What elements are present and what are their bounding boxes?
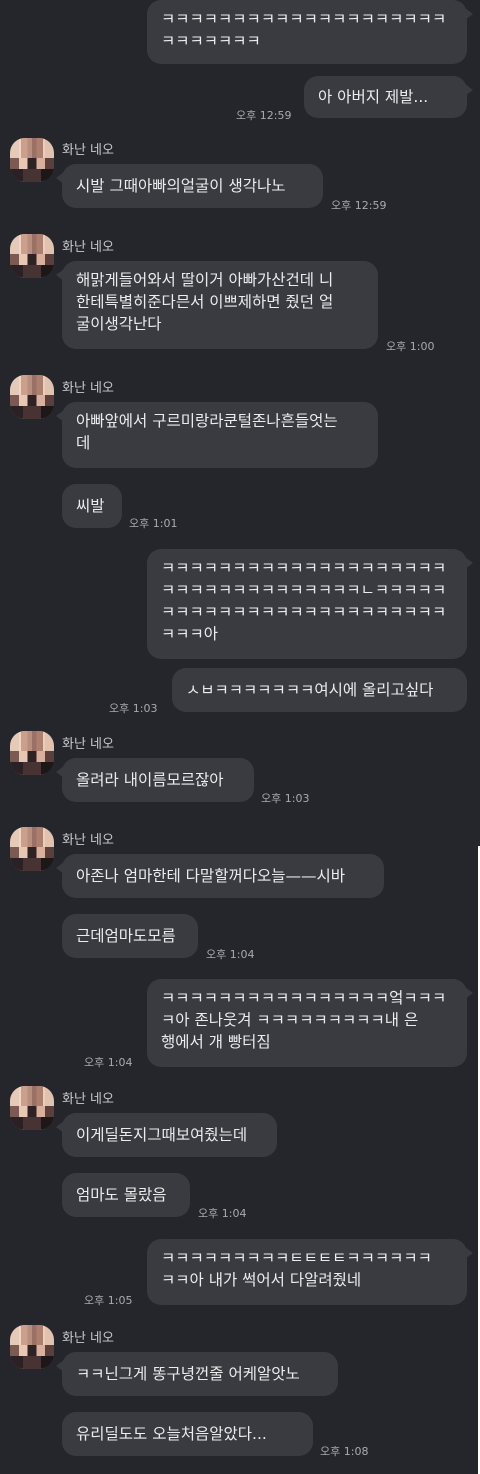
sender-name: 화난 네오 [62,737,114,752]
message-bubble-other[interactable]: 유리딜도도 오늘처음알았다... [62,1412,313,1456]
message-time: 오후 1:04 [198,1207,247,1220]
message-bubble-mine[interactable]: ㅅㅂㅋㅋㅋㅋㅋㅋㅋ여시에 올리고싶다 [172,668,467,712]
message-time: 오후 1:00 [386,340,435,353]
message-time: 오후 1:03 [109,702,158,715]
message-bubble-other[interactable]: 아빠앞에서 구르미랑라쿤털존나흔들엇는 데 [56,402,378,468]
message-bubble-other[interactable]: 해맑게들어와서 딸이거 아빠가산건데 니 한테특별히준다믄서 이쁘제하면 줬던 … [56,261,378,349]
sender-name: 화난 네오 [62,143,114,158]
avatar[interactable] [10,234,54,278]
message-bubble-other[interactable]: 엄마도 몰랐음 [62,1173,190,1217]
avatar[interactable] [10,138,54,182]
message-bubble-mine[interactable]: ㅋㅋㅋㅋㅋㅋㅋㅋㅋㅌㅌㅌㅌㅋㅋㅋㅋㅋㅋ ㅋㅋ아 내가 썩어서 다알려줬네 [147,1239,473,1305]
sender-name: 화난 네오 [62,833,114,848]
sender-name: 화난 네오 [62,1092,114,1107]
avatar[interactable] [10,1325,54,1369]
sender-name: 화난 네오 [62,381,114,396]
message-bubble-other[interactable]: ㅋㅋ닌그게 똥구녕껀줄 어케알앗노 [56,1352,338,1396]
message-bubble-other[interactable]: 올려라 내이름모르잖아 [56,758,254,802]
message-bubble-other[interactable]: 근데엄마도모름 [62,914,198,958]
message-bubble-other[interactable]: 이게딜돈지그때보여줬는데 [56,1113,277,1157]
avatar[interactable] [10,375,54,419]
message-time: 오후 1:04 [206,948,255,961]
message-time: 오후 1:08 [320,1445,369,1458]
message-time: 오후 12:59 [236,109,292,122]
message-time: 오후 1:04 [84,1056,133,1069]
message-bubble-other[interactable]: 시발 그때아빠의얼굴이 생각나노 [56,164,323,208]
message-time: 오후 12:59 [331,199,387,212]
message-bubble-mine[interactable]: ㅋㅋㅋㅋㅋㅋㅋㅋㅋㅋㅋㅋㅋㅋㅋㅋ엌ㅋㅋㅋ ㅋ아 존나웃겨 ㅋㅋㅋㅋㅋㅋㅋㅋㅋ내 … [147,979,473,1067]
message-bubble-mine[interactable]: 아 아버지 제발... [304,76,473,118]
message-bubble-mine[interactable]: ㅋㅋㅋㅋㅋㅋㅋㅋㅋㅋㅋㅋㅋㅋㅋㅋㅋㅋㅋㅋ ㅋㅋㅋㅋㅋㅋㅋ [147,0,473,64]
message-bubble-other[interactable]: 씨발 [62,484,122,528]
message-time: 오후 1:01 [129,517,178,530]
message-bubble-other[interactable]: 아존나 엄마한테 다말할꺼다오늘——시바 [56,854,384,898]
avatar[interactable] [10,1086,54,1130]
message-bubble-mine[interactable]: ㅋㅋㅋㅋㅋㅋㅋㅋㅋㅋㅋㅋㅋㅋㅋㅋㅋㅋㅋㅋ ㅋㅋㅋㅋㅋㅋㅋㅋㅋㅋㅋㅋㅋㅋㄴㅋㅋㅋㅋ… [147,549,473,659]
avatar[interactable] [10,731,54,775]
sender-name: 화난 네오 [62,1331,114,1346]
message-time: 오후 1:05 [84,1294,133,1307]
message-time: 오후 1:03 [261,792,310,805]
avatar[interactable] [10,827,54,871]
sender-name: 화난 네오 [62,240,114,255]
